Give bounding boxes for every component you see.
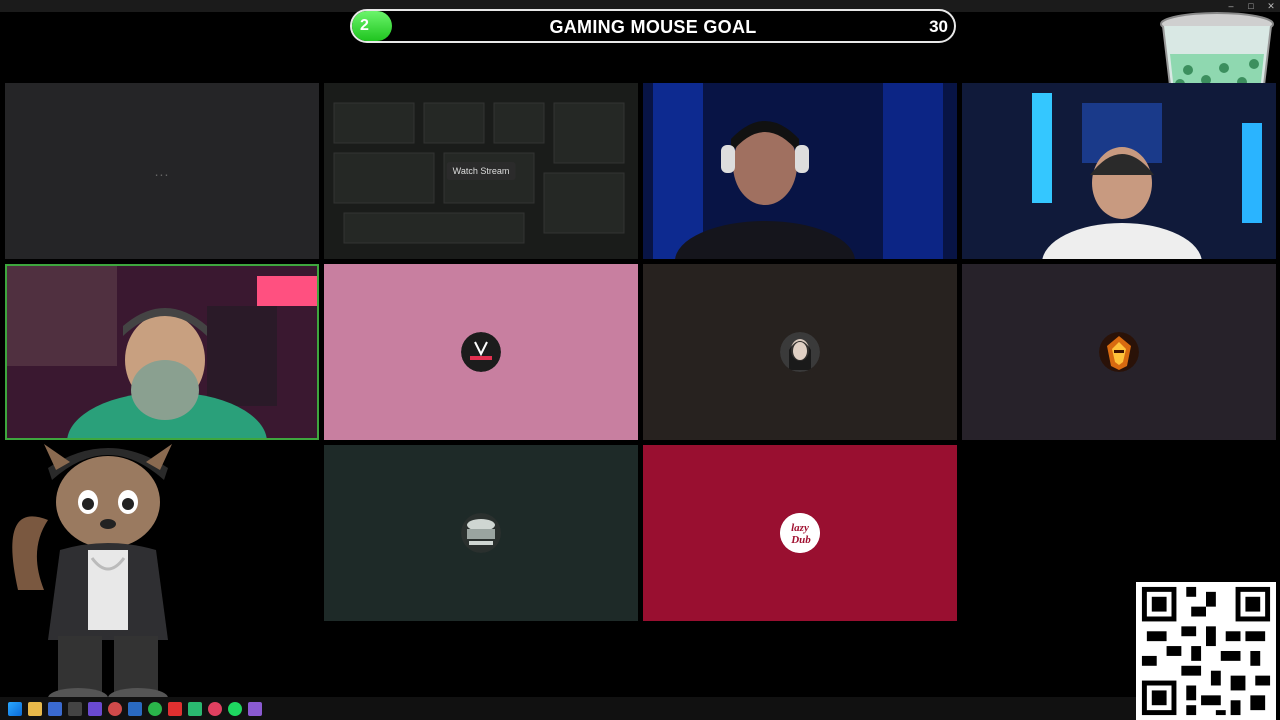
app-icon[interactable] — [188, 701, 202, 716]
loading-indicator: ... — [154, 163, 170, 179]
app-icon[interactable] — [248, 701, 262, 716]
goal-target-count: 30 — [929, 17, 948, 36]
app-icon[interactable] — [168, 701, 182, 716]
user-avatar[interactable] — [461, 513, 501, 553]
app-icon[interactable] — [88, 701, 102, 716]
goal-title: GAMING MOUSE GOAL — [549, 17, 757, 37]
tile-bossraiser[interactable] — [324, 264, 638, 440]
tile-webcam-headphones[interactable] — [643, 83, 957, 259]
squirrel-mascot — [12, 444, 172, 708]
tile-webcam-bearded-streamer[interactable] — [5, 264, 319, 440]
webcam-feed — [643, 83, 957, 259]
app-icon[interactable] — [68, 701, 82, 716]
webcam-feed — [7, 266, 317, 438]
tile-flame-avatar[interactable] — [962, 264, 1276, 440]
tile-screen-share[interactable]: Watch Stream — [324, 83, 638, 259]
watch-stream-button[interactable]: Watch Stream — [446, 162, 516, 180]
taskbar — [0, 697, 1136, 720]
qr-code[interactable] — [1136, 582, 1276, 720]
spotify-icon[interactable] — [228, 701, 242, 716]
webcam-feed — [962, 83, 1276, 259]
user-avatar[interactable] — [461, 332, 501, 372]
user-avatar[interactable] — [1099, 332, 1139, 372]
goal-bar: 2 GAMING MOUSE GOAL 30 — [350, 9, 956, 43]
avatar-lazy: lazy — [791, 522, 809, 534]
app-icon[interactable] — [148, 701, 162, 716]
user-avatar[interactable]: lazy Dub — [780, 513, 820, 553]
tile-webcam-tropical-shirt[interactable] — [962, 83, 1276, 259]
tile-empty[interactable]: ... — [5, 83, 319, 259]
app-icon[interactable] — [128, 701, 142, 716]
user-avatar[interactable] — [780, 332, 820, 372]
tile-jawnsauce[interactable] — [324, 445, 638, 621]
windows-start-icon[interactable] — [8, 701, 22, 716]
app-icon[interactable] — [208, 701, 222, 716]
avatar-dub: Dub — [790, 534, 811, 546]
app-icon[interactable] — [48, 701, 62, 716]
tile-dark-avatar[interactable] — [643, 264, 957, 440]
folder-icon[interactable] — [28, 701, 42, 716]
app-icon[interactable] — [108, 701, 122, 716]
tile-lazy-dub[interactable]: lazy Dub — [643, 445, 957, 621]
